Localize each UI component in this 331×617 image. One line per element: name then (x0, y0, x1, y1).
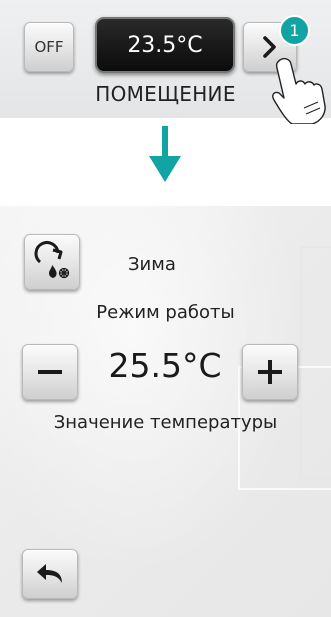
current-temperature-value: 23.5°C (127, 32, 203, 58)
flame-icon (49, 265, 57, 278)
minus-icon (38, 370, 62, 374)
off-button-label: OFF (34, 38, 64, 56)
snowflake-icon (58, 267, 70, 279)
thermostat-settings-screen: Зима Режим работы 25.5°C Значение темпер… (0, 206, 331, 617)
mode-value: Зима (128, 254, 176, 275)
room-thermostat-panel: OFF 23.5°C 1 ПОМЕЩЕНИЕ (0, 0, 331, 124)
plus-icon (258, 360, 282, 384)
off-button[interactable]: OFF (24, 22, 74, 72)
mode-toggle-button[interactable] (24, 234, 80, 290)
temperature-caption: Значение температуры (53, 412, 278, 433)
current-temperature-display: 23.5°C (95, 17, 235, 73)
step-badge: 1 (279, 15, 310, 46)
back-arrow-icon (37, 564, 62, 583)
decrease-temperature-button[interactable] (22, 344, 78, 400)
mode-caption: Режим работы (96, 302, 235, 323)
step-number: 1 (289, 21, 300, 40)
back-button[interactable] (22, 549, 78, 599)
mode-cycle-icon (34, 241, 70, 279)
down-arrow-icon (149, 126, 181, 182)
increase-temperature-button[interactable] (242, 344, 298, 400)
set-temperature-value: 25.5°C (108, 346, 222, 385)
room-label: ПОМЕЩЕНИЕ (95, 82, 236, 106)
